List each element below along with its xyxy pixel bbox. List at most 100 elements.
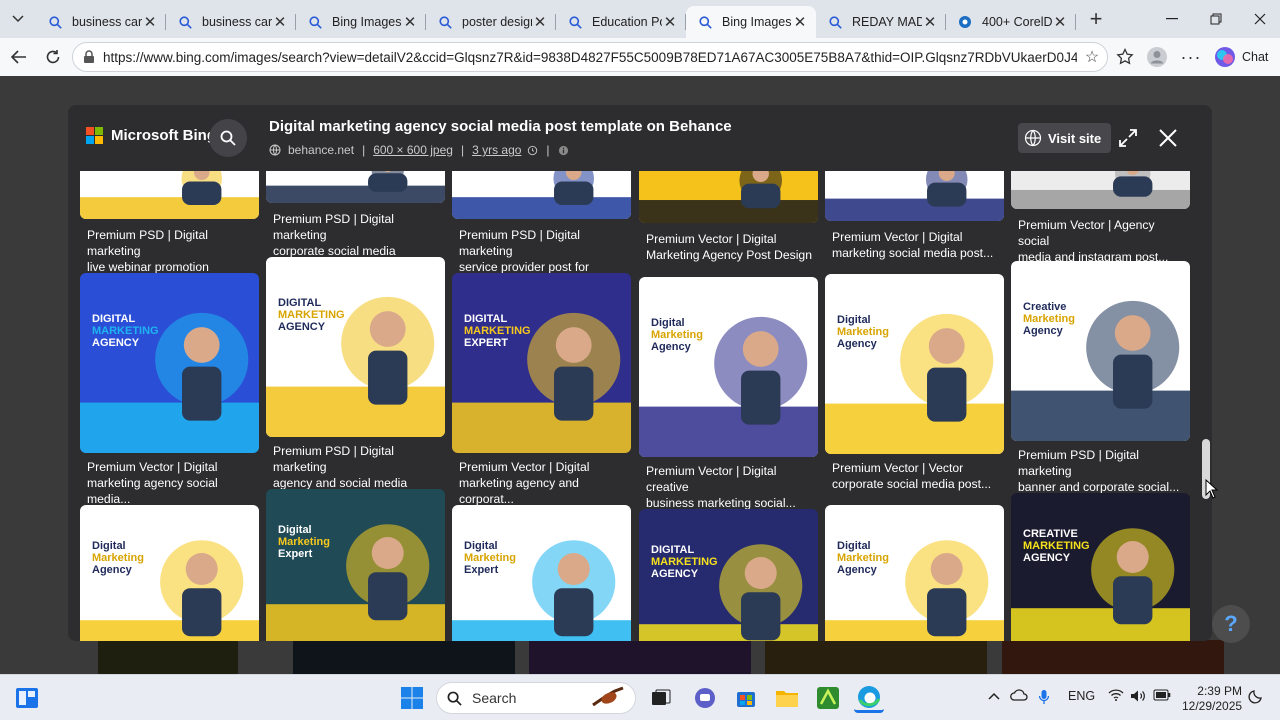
poster-headline-line: Digital [837,540,871,553]
poster-headline-line: DIGITAL [464,312,508,325]
favorite-star-icon[interactable]: ☆ [1077,47,1107,67]
browser-tab[interactable]: poster design jpg✕ [426,6,556,38]
tab-close-button[interactable]: ✕ [402,13,418,31]
settings-more-button[interactable]: ··· [1174,40,1208,74]
favorites-button[interactable] [1108,40,1142,74]
wifi-tray[interactable] [1108,689,1124,704]
tab-close-button[interactable]: ✕ [1052,13,1068,31]
browser-tab[interactable]: Education Poste✕ [556,6,686,38]
image-thumbnail[interactable] [266,171,445,203]
browser-tab[interactable]: Bing Images ✕ [686,6,816,38]
poster-headline: Digital Marketing Agency [837,540,889,576]
system-clock[interactable]: 2:39 PM 12/29/2025 [1182,684,1242,714]
file-explorer-button[interactable] [772,683,802,713]
language-indicator[interactable]: ENG [1068,689,1095,703]
copilot-chat-button[interactable]: Chat [1214,46,1268,68]
browser-tab[interactable]: Bing Images ✕ [296,6,426,38]
image-thumbnail[interactable] [80,171,259,219]
address-bar[interactable]: https://www.bing.com/images/search?view=… [72,42,1108,72]
image-caption[interactable]: Premium Vector | Agency social media and … [1018,217,1184,265]
help-button[interactable]: ? [1212,605,1250,643]
new-tab-button[interactable]: + [1076,6,1116,32]
image-caption[interactable]: Premium Vector | Digital marketing agency… [459,459,625,507]
image-caption[interactable]: Premium Vector | Digital creative busines… [646,463,812,511]
browser-tab[interactable]: 400+ CorelDra✕ [946,6,1076,38]
onedrive-tray[interactable] [1010,689,1028,704]
minimize-button[interactable] [1150,0,1194,38]
image-thumbnail[interactable]: DIGITAL MARKETING AGENCY [639,509,818,641]
tab-close-button[interactable]: ✕ [532,13,548,31]
tab-close-button[interactable]: ✕ [142,13,158,31]
store-icon [737,692,755,707]
image-thumbnail[interactable]: Digital Marketing Agency [80,505,259,641]
browser-tab[interactable]: business card jpg✕ [166,6,296,38]
widgets-button[interactable] [12,683,42,713]
poster-headline-line: Agency [651,340,691,353]
close-modal-button[interactable] [1154,124,1182,152]
image-thumbnail[interactable]: DIGITAL MARKETING AGENCY [266,257,445,437]
notifications-button[interactable] [1248,688,1264,707]
image-caption[interactable]: Premium Vector | Digital Marketing Agency… [646,231,812,263]
image-thumbnail[interactable]: CREATIVE MARKETING AGENCY [1011,493,1190,641]
modal-search-button[interactable] [209,119,247,157]
task-view-button[interactable] [646,683,676,713]
battery-tray[interactable] [1153,689,1171,704]
tab-actions-menu[interactable] [0,0,36,38]
image-thumbnail[interactable]: Creative Marketing Agency [1011,261,1190,441]
search-icon [48,15,62,29]
edge-taskbar-button[interactable] [854,683,884,713]
caption-line: Marketing Agency Post Design [646,248,812,262]
do-not-disturb-icon [1248,690,1262,704]
image-thumbnail[interactable] [452,171,631,219]
image-size-link[interactable]: 600 × 600 jpeg [373,143,453,157]
microsoft-logo-icon [86,127,103,144]
image-thumbnail[interactable] [825,171,1004,221]
poster-headline-line: Marketing [92,552,144,565]
teams-button[interactable] [690,683,720,713]
tab-close-button[interactable]: ✕ [922,13,938,31]
profile-button[interactable] [1140,40,1174,74]
poster-art [452,312,631,453]
poster-headline-line: AGENCY [278,320,326,333]
tab-close-button[interactable]: ✕ [272,13,288,31]
microphone-tray[interactable] [1038,689,1050,708]
source-site-link[interactable]: behance.net [288,143,354,157]
image-thumbnail[interactable] [639,171,818,223]
start-button[interactable] [397,683,427,713]
tab-close-button[interactable]: ✕ [662,13,678,31]
caption-line: Premium Vector | Digital [832,230,963,244]
back-button[interactable] [2,40,36,74]
image-thumbnail[interactable]: DIGITAL MARKETING AGENCY [80,273,259,453]
taskbar-search-box[interactable]: Search [436,682,636,714]
bing-logo[interactable]: Microsoft Bing [86,127,216,144]
image-thumbnail[interactable]: DIGITAL MARKETING EXPERT [452,273,631,453]
coreldraw-taskbar-button[interactable] [813,683,843,713]
image-thumbnail[interactable]: Digital Marketing Expert [452,505,631,641]
close-window-button[interactable] [1238,0,1280,38]
info-icon[interactable] [558,145,569,156]
image-thumbnail[interactable]: Digital Marketing Agency [639,277,818,457]
chevron-down-icon [12,15,24,23]
image-detail-modal: Microsoft Bing Digital marketing agency … [68,105,1212,641]
image-thumbnail[interactable]: Digital Marketing Agency [825,505,1004,641]
volume-tray[interactable] [1130,689,1146,706]
fullscreen-button[interactable] [1114,124,1142,152]
image-thumbnail[interactable] [1011,171,1190,209]
image-title[interactable]: Digital marketing agency social media po… [269,118,732,135]
tab-close-button[interactable]: ✕ [792,13,808,31]
restore-button[interactable] [1194,0,1238,38]
browser-tab[interactable]: REDAY MADE D✕ [816,6,946,38]
show-hidden-icons[interactable] [988,689,1000,703]
visit-site-button[interactable]: Visit site [1018,123,1112,153]
image-thumbnail[interactable]: Digital Marketing Expert [266,489,445,641]
store-button[interactable] [731,683,761,713]
browser-tab[interactable]: business card jpg✕ [36,6,166,38]
refresh-button[interactable] [36,40,70,74]
visit-site-label: Visit site [1048,130,1102,146]
image-thumbnail[interactable]: Digital Marketing Agency [825,274,1004,454]
image-caption[interactable]: Premium Vector | Digital marketing social… [832,229,998,261]
image-caption[interactable]: Premium PSD | Digital marketing banner an… [1018,447,1184,495]
image-caption[interactable]: Premium Vector | Vector corporate social … [832,460,998,492]
image-age-link[interactable]: 3 yrs ago [472,143,521,157]
image-caption[interactable]: Premium Vector | Digital marketing agency… [87,459,253,507]
